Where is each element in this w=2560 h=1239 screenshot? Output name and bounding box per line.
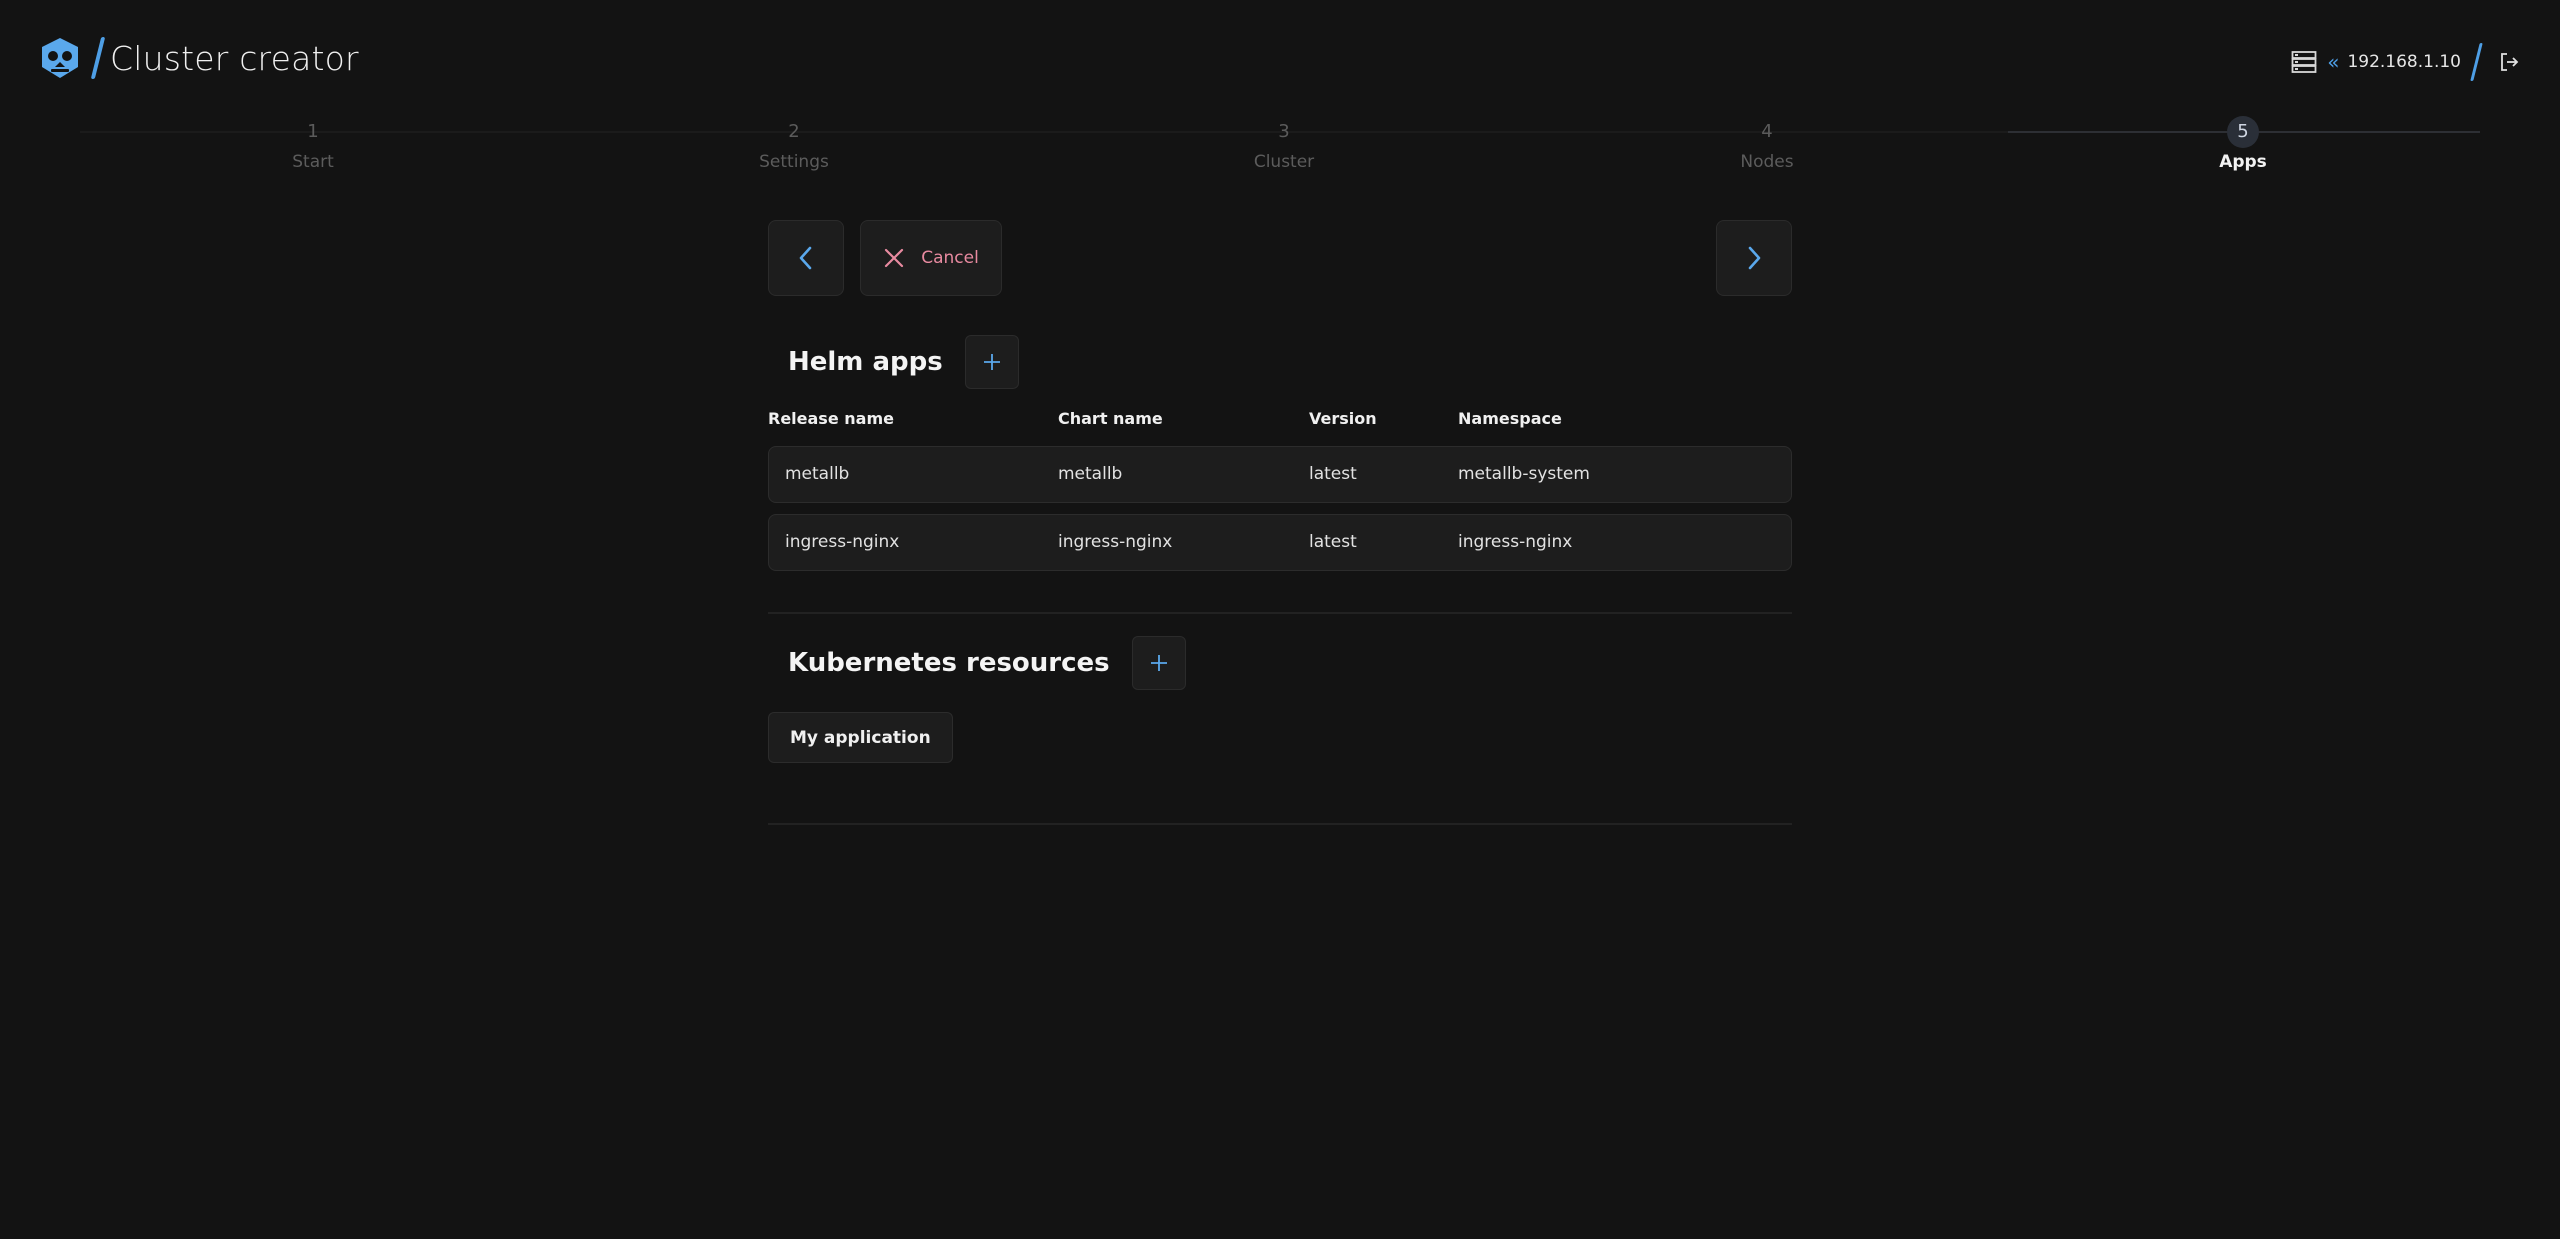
step-nodes[interactable]: 4 Nodes (1667, 116, 1867, 172)
brand: Cluster creator (38, 36, 359, 80)
release-name-cell: ingress-nginx (785, 532, 900, 552)
column-header-release-name: Release name (768, 409, 894, 428)
server-icon (2291, 51, 2317, 73)
section-divider (768, 612, 1792, 614)
back-button[interactable] (768, 220, 844, 296)
wizard-nav: Cancel (768, 220, 1792, 296)
chart-name-cell: metallb (1058, 464, 1123, 484)
table-row[interactable]: metallb metallb latest metallb-system (768, 446, 1792, 503)
chevron-left-icon (799, 246, 812, 270)
kubernetes-resources-header: Kubernetes resources (768, 635, 1792, 691)
step-cluster[interactable]: 3 Cluster (1184, 116, 1384, 172)
resource-item-my-application[interactable]: My application (768, 712, 953, 763)
add-helm-app-button[interactable] (964, 335, 1019, 389)
step-number: 4 (1761, 121, 1773, 142)
plus-icon (983, 354, 1000, 370)
header-separator (2470, 43, 2483, 81)
namespace-cell: metallb-system (1458, 464, 1590, 484)
plus-icon (1150, 655, 1167, 671)
step-label: Apps (2219, 152, 2267, 172)
helm-table-header: Release name Chart name Version Namespac… (768, 409, 1792, 435)
main-content: Cancel Helm apps Release name Chart name… (768, 220, 1792, 825)
helm-apps-title: Helm apps (788, 347, 943, 377)
namespace-cell: ingress-nginx (1458, 532, 1573, 552)
chevrons-left-icon: « (2327, 50, 2340, 74)
chevron-right-icon (1748, 246, 1761, 270)
column-header-namespace: Namespace (1458, 409, 1562, 428)
step-start[interactable]: 1 Start (213, 116, 413, 172)
logout-icon[interactable] (2498, 51, 2520, 73)
cancel-label: Cancel (921, 248, 979, 268)
step-number: 2 (788, 121, 800, 142)
step-label: Cluster (1253, 152, 1315, 172)
next-button[interactable] (1716, 220, 1792, 296)
title-separator (90, 37, 106, 79)
cancel-button[interactable]: Cancel (860, 220, 1002, 296)
step-settings[interactable]: 2 Settings (694, 116, 894, 172)
page-title: Cluster creator (110, 38, 359, 78)
step-number: 5 (2227, 116, 2259, 148)
step-apps[interactable]: 5 Apps (2143, 116, 2343, 172)
step-label: Nodes (1740, 152, 1794, 172)
chart-name-cell: ingress-nginx (1058, 532, 1173, 552)
step-number: 1 (307, 121, 319, 142)
server-indicator[interactable]: « 192.168.1.10 (2291, 43, 2520, 81)
column-header-chart-name: Chart name (1058, 409, 1163, 428)
add-kubernetes-resource-button[interactable] (1131, 636, 1186, 690)
step-label: Settings (759, 152, 829, 172)
version-cell: latest (1309, 532, 1357, 552)
column-header-version: Version (1309, 409, 1377, 428)
server-ip: 192.168.1.10 (2347, 52, 2461, 72)
logo-icon[interactable] (38, 36, 82, 80)
version-cell: latest (1309, 464, 1357, 484)
section-divider (768, 823, 1792, 825)
helm-apps-header: Helm apps (768, 334, 1792, 390)
step-label: Start (292, 152, 334, 172)
release-name-cell: metallb (785, 464, 850, 484)
step-number: 3 (1278, 121, 1290, 142)
close-icon (885, 248, 904, 268)
kubernetes-resources-title: Kubernetes resources (788, 648, 1110, 678)
table-row[interactable]: ingress-nginx ingress-nginx latest ingre… (768, 514, 1792, 571)
wizard-stepper: 1 Start 2 Settings 3 Cluster 4 Nodes 5 A… (0, 116, 2560, 190)
app-header: Cluster creator « 192.168.1.10 (0, 0, 2560, 124)
